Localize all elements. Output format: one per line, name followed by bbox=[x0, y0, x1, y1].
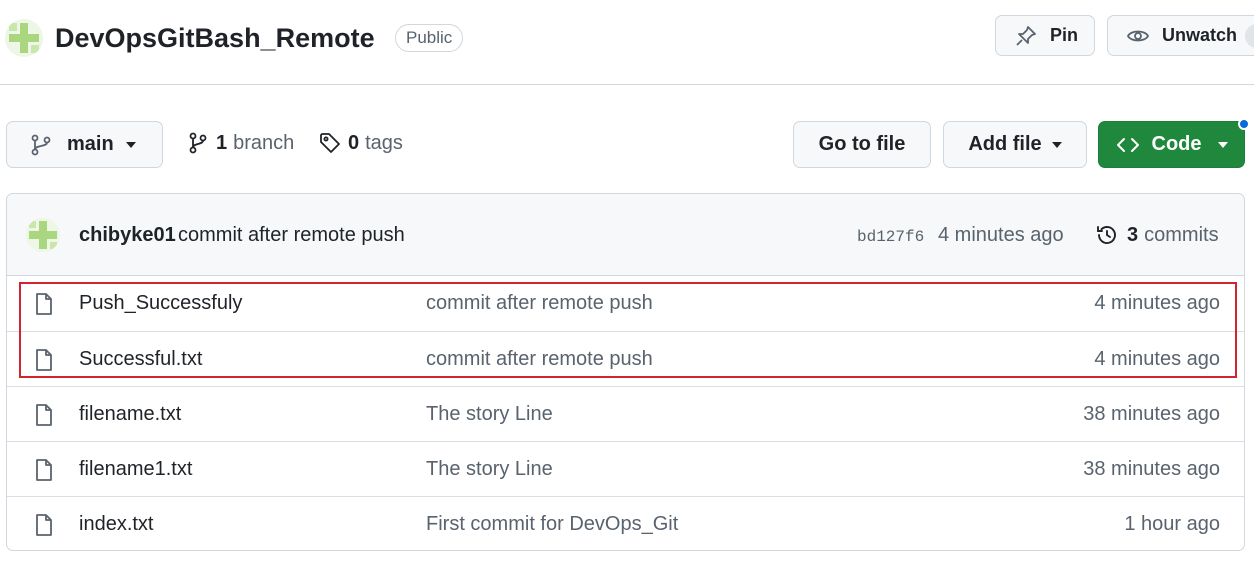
pin-icon bbox=[1014, 24, 1038, 48]
commit-time: 4 minutes ago bbox=[938, 224, 1064, 246]
file-icon bbox=[33, 292, 55, 316]
commit-count: 3 bbox=[1127, 223, 1139, 246]
tag-count: 0 bbox=[348, 131, 360, 154]
pin-button[interactable]: Pin bbox=[995, 15, 1095, 56]
file-row[interactable]: Successful.txt commit after remote push … bbox=[7, 331, 1244, 386]
file-age: 38 minutes ago bbox=[1083, 458, 1220, 480]
file-row[interactable]: Push_Successfuly commit after remote pus… bbox=[7, 276, 1244, 331]
file-icon bbox=[33, 403, 55, 427]
add-file-label: Add file bbox=[968, 133, 1042, 155]
branch-name: main bbox=[67, 133, 114, 155]
pin-label: Pin bbox=[1050, 25, 1079, 45]
file-commit-message[interactable]: commit after remote push bbox=[426, 348, 653, 371]
repo-title[interactable]: DevOpsGitBash_Remote bbox=[55, 23, 375, 54]
file-row[interactable]: filename1.txt The story Line 38 minutes … bbox=[7, 441, 1244, 496]
file-name[interactable]: Push_Successfuly bbox=[79, 292, 242, 315]
eye-icon bbox=[1126, 24, 1150, 48]
latest-commit-bar: chibyke01 commit after remote push bd127… bbox=[7, 194, 1244, 276]
go-to-file-button[interactable]: Go to file bbox=[793, 121, 931, 168]
code-label: Code bbox=[1151, 133, 1202, 155]
file-commit-message[interactable]: First commit for DevOps_Git bbox=[426, 513, 678, 536]
commits-link[interactable]: 3 commits bbox=[1095, 223, 1219, 247]
file-icon bbox=[33, 513, 55, 537]
repo-page: DevOpsGitBash_Remote Public Pin Unwatch … bbox=[0, 0, 1254, 573]
tags-link[interactable]: 0 tags bbox=[318, 131, 403, 155]
file-commit-message[interactable]: commit after remote push bbox=[426, 292, 653, 315]
file-name[interactable]: index.txt bbox=[79, 513, 153, 536]
git-branch-icon bbox=[186, 131, 210, 155]
chevron-down-icon bbox=[1051, 141, 1062, 148]
file-commit-message[interactable]: The story Line bbox=[426, 458, 553, 481]
file-icon bbox=[33, 348, 55, 372]
watch-count: 1 bbox=[1245, 23, 1254, 48]
file-name[interactable]: Successful.txt bbox=[79, 348, 202, 371]
avatar[interactable] bbox=[26, 218, 60, 252]
file-row[interactable]: filename.txt The story Line 38 minutes a… bbox=[7, 386, 1244, 441]
repo-header: DevOpsGitBash_Remote Public Pin Unwatch … bbox=[0, 0, 1254, 85]
file-name[interactable]: filename.txt bbox=[79, 403, 181, 426]
file-age: 1 hour ago bbox=[1124, 513, 1220, 535]
visibility-badge: Public bbox=[395, 24, 464, 52]
history-icon bbox=[1095, 223, 1119, 247]
branch-count: 1 bbox=[216, 131, 228, 154]
git-branch-icon bbox=[29, 133, 53, 157]
file-name[interactable]: filename1.txt bbox=[79, 458, 192, 481]
file-icon bbox=[33, 458, 55, 482]
tag-icon bbox=[318, 131, 342, 155]
unwatch-label: Unwatch bbox=[1162, 25, 1238, 45]
file-commit-message[interactable]: The story Line bbox=[426, 403, 553, 426]
code-button[interactable]: Code bbox=[1098, 121, 1245, 168]
notification-dot bbox=[1238, 118, 1250, 130]
chevron-down-icon bbox=[1217, 141, 1228, 148]
commits-label: commits bbox=[1144, 223, 1219, 246]
file-age: 38 minutes ago bbox=[1083, 403, 1220, 425]
branches-link[interactable]: 1 branch bbox=[186, 131, 294, 155]
file-browser: chibyke01 commit after remote push bd127… bbox=[6, 193, 1245, 551]
add-file-button[interactable]: Add file bbox=[943, 121, 1087, 168]
branch-selector[interactable]: main bbox=[6, 121, 163, 168]
repo-owner-avatar[interactable] bbox=[5, 19, 43, 57]
commit-author[interactable]: chibyke01 bbox=[79, 224, 176, 247]
commit-sha[interactable]: bd127f6 bbox=[857, 228, 924, 246]
file-row[interactable]: index.txt First commit for DevOps_Git 1 … bbox=[7, 496, 1244, 550]
unwatch-button[interactable]: Unwatch 1 bbox=[1107, 15, 1254, 56]
code-icon bbox=[1116, 133, 1140, 157]
commit-message[interactable]: commit after remote push bbox=[178, 224, 405, 247]
branch-label: branch bbox=[233, 131, 295, 154]
tag-label: tags bbox=[365, 131, 403, 154]
chevron-down-icon bbox=[125, 141, 136, 148]
file-age: 4 minutes ago bbox=[1094, 348, 1220, 370]
file-age: 4 minutes ago bbox=[1094, 292, 1220, 314]
